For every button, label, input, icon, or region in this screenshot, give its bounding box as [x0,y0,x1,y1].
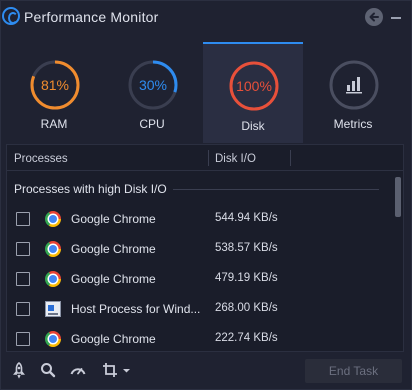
row-checkbox[interactable] [16,242,30,256]
disk-io-value: 268.00 KB/s [215,302,278,314]
column-divider [208,150,209,166]
scrollbar[interactable] [395,177,401,217]
row-checkbox[interactable] [16,272,30,286]
table-row[interactable]: Google Chrome 479.19 KB/s [7,263,393,293]
process-name: Host Process for Wind... [71,302,201,316]
title-bar: Performance Monitor [1,1,411,35]
table-header: Processes Disk I/O [7,145,403,171]
bar-chart-icon [346,77,362,94]
process-name: Google Chrome [71,242,156,256]
cpu-label: CPU [139,117,165,131]
disk-io-value: 538.57 KB/s [215,242,278,254]
process-name: Google Chrome [71,212,156,226]
disk-io-value: 479.19 KB/s [215,272,278,284]
column-disk-io[interactable]: Disk I/O [215,153,256,165]
table-row[interactable]: Google Chrome 544.94 KB/s [7,203,393,233]
disk-io-value: 222.74 KB/s [215,332,278,344]
table-row[interactable]: Host Process for Wind... 268.00 KB/s [7,293,393,323]
chrome-icon [45,271,61,287]
group-label: Processes with high Disk I/O [14,182,167,196]
process-table: Processes Disk I/O Processes with high D… [6,144,404,352]
disk-gauge: 100% [228,60,280,112]
app-logo-icon [2,7,20,25]
app-title: Performance Monitor [24,9,159,25]
column-processes[interactable]: Processes [14,153,68,165]
disk-percent: 100% [236,78,272,94]
ram-gauge: 81% [29,59,81,111]
row-checkbox[interactable] [16,302,30,316]
back-button[interactable] [365,8,383,26]
speedometer-icon[interactable] [69,361,87,379]
app-window: Performance Monitor 81% RAM 30% CPU 100%… [0,0,412,390]
table-row[interactable]: Google Chrome 222.74 KB/s [7,323,393,351]
process-name: Google Chrome [71,332,156,346]
cpu-percent: 30% [138,77,168,93]
column-divider [290,150,291,166]
table-row[interactable]: Google Chrome 538.57 KB/s [7,233,393,263]
rocket-icon[interactable] [10,361,28,379]
metrics-gauge [328,59,380,111]
tab-disk[interactable]: 100% Disk [203,42,303,143]
row-checkbox[interactable] [16,332,30,346]
gauge-tabs: 81% RAM 30% CPU 100% Disk Metrics [1,42,411,143]
host-process-icon [45,301,61,317]
chevron-down-icon [123,369,130,373]
disk-label: Disk [241,119,265,133]
row-checkbox[interactable] [16,212,30,226]
tab-ram[interactable]: 81% RAM [4,43,104,143]
process-name: Google Chrome [71,272,156,286]
minimize-button[interactable] [390,9,404,25]
chrome-icon [45,331,61,347]
tab-metrics[interactable]: Metrics [303,43,403,143]
cpu-gauge: 30% [127,59,179,111]
group-divider [173,189,379,190]
metrics-label: Metrics [333,117,373,131]
chrome-icon [45,241,61,257]
end-task-button[interactable]: End Task [305,359,402,383]
tab-cpu[interactable]: 30% CPU [102,43,202,143]
disk-io-value: 544.94 KB/s [215,212,278,224]
chrome-icon [45,211,61,227]
ram-label: RAM [40,117,68,131]
search-icon[interactable] [39,361,57,379]
crop-icon[interactable] [101,361,133,379]
ram-percent: 81% [40,77,70,93]
bottom-toolbar: End Task [1,353,411,389]
arrow-left-icon [369,12,379,22]
